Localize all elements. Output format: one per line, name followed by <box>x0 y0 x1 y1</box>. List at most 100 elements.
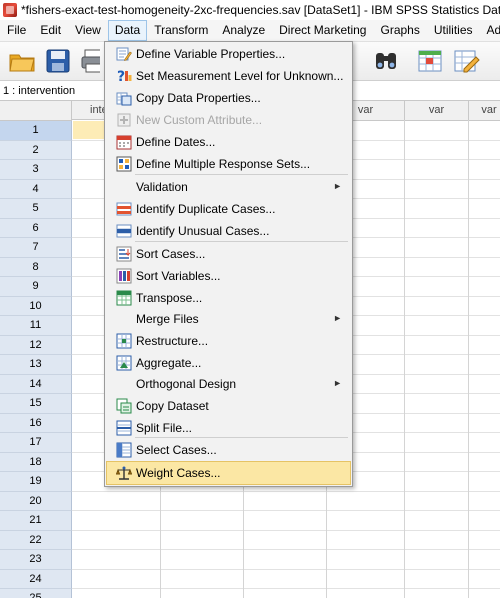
grid-row-line <box>72 529 500 531</box>
grid-row-line <box>72 568 500 570</box>
row-header[interactable]: 17 <box>0 433 72 453</box>
row-header[interactable]: 10 <box>0 296 72 316</box>
insert-cases-icon[interactable] <box>416 47 444 75</box>
row-header[interactable]: 18 <box>0 452 72 472</box>
menu-item-aggregate[interactable]: Aggregate... <box>107 352 350 374</box>
row-header[interactable]: 9 <box>0 277 72 297</box>
menu-graphs[interactable]: Graphs <box>373 20 426 41</box>
menu-analyze[interactable]: Analyze <box>215 20 272 41</box>
row-header[interactable]: 16 <box>0 413 72 433</box>
define-variable-properties-icon <box>116 46 132 62</box>
menu-item-label: Define Multiple Response Sets... <box>136 157 311 171</box>
menu-item-set-measurement-level-for-unknown[interactable]: ? Set Measurement Level for Unknown... <box>107 65 350 87</box>
menu-separator <box>135 437 348 438</box>
sort-cases-icon <box>116 246 132 262</box>
row-header[interactable]: 1 <box>0 121 72 141</box>
multiple-response-icon <box>116 156 132 172</box>
custom-attribute-icon <box>116 112 132 128</box>
grid-row-line <box>72 490 500 492</box>
edit-icon[interactable] <box>452 47 480 75</box>
row-header[interactable]: 11 <box>0 316 72 336</box>
transpose-icon <box>116 290 132 306</box>
submenu-arrow-icon: ► <box>333 378 342 388</box>
menu-item-label: Copy Dataset <box>136 399 209 413</box>
menu-item-label: Identify Duplicate Cases... <box>136 202 276 216</box>
row-header[interactable]: 2 <box>0 140 72 160</box>
menu-item-define-variable-properties[interactable]: Define Variable Properties... <box>107 43 350 65</box>
define-dates-icon <box>116 134 132 150</box>
spss-app-icon <box>3 3 17 17</box>
grid-row-line <box>72 549 500 550</box>
menu-item-label: Validation <box>136 180 188 194</box>
menu-addons[interactable]: Add-ons <box>480 20 500 41</box>
row-header[interactable]: 15 <box>0 394 72 414</box>
menu-item-label: Restructure... <box>136 334 209 348</box>
menu-item-transpose[interactable]: Transpose... <box>107 287 350 309</box>
duplicate-cases-icon <box>116 201 132 217</box>
menu-item-copy-dataset[interactable]: Copy Dataset <box>107 395 350 417</box>
row-header[interactable]: 4 <box>0 179 72 199</box>
row-header[interactable]: 21 <box>0 511 72 531</box>
menu-item-merge-files[interactable]: Merge Files ► <box>107 308 350 330</box>
row-header[interactable]: 8 <box>0 257 72 277</box>
menu-item-identify-unusual-cases[interactable]: Identify Unusual Cases... <box>107 220 350 242</box>
window-title: *fishers-exact-test-homogeneity-2xc-freq… <box>21 3 500 17</box>
menu-item-copy-data-properties[interactable]: Copy Data Properties... <box>107 87 350 109</box>
menu-item-select-cases[interactable]: Select Cases... <box>107 439 350 461</box>
menu-file[interactable]: File <box>0 20 33 41</box>
menu-item-label: Copy Data Properties... <box>136 91 261 105</box>
menu-item-define-dates[interactable]: Define Dates... <box>107 131 350 153</box>
menu-item-validation[interactable]: Validation ► <box>107 176 350 198</box>
grid-row-line <box>72 588 500 589</box>
submenu-arrow-icon: ► <box>333 181 342 191</box>
row-header[interactable]: 23 <box>0 550 72 570</box>
menu-item-label: Sort Variables... <box>136 269 221 283</box>
weight-cases-icon <box>116 465 132 481</box>
row-header[interactable]: 24 <box>0 569 72 589</box>
grid-corner <box>0 101 72 121</box>
split-file-icon <box>116 420 132 436</box>
menu-item-label: Aggregate... <box>136 356 202 370</box>
menu-item-label: Merge Files <box>136 312 199 326</box>
menu-item-identify-duplicate-cases[interactable]: Identify Duplicate Cases... <box>107 198 350 220</box>
grid-column-line <box>468 120 469 598</box>
save-icon[interactable] <box>44 47 72 75</box>
cell-reference: 1 : intervention <box>3 84 76 97</box>
menu-item-label: Sort Cases... <box>136 247 206 261</box>
menu-edit[interactable]: Edit <box>33 20 68 41</box>
menu-item-label: Orthogonal Design <box>136 377 237 391</box>
row-header[interactable]: 7 <box>0 238 72 258</box>
menu-item-sort-cases[interactable]: Sort Cases... <box>107 243 350 265</box>
menu-direct-marketing[interactable]: Direct Marketing <box>272 20 373 41</box>
row-header[interactable]: 5 <box>0 199 72 219</box>
column-header-var[interactable]: var <box>405 101 469 121</box>
row-header[interactable]: 25 <box>0 589 72 598</box>
column-header-var[interactable]: var <box>469 101 500 121</box>
row-header[interactable]: 22 <box>0 530 72 550</box>
restructure-icon <box>116 333 132 349</box>
menu-item-label: Define Variable Properties... <box>136 47 286 61</box>
menu-separator <box>135 174 348 175</box>
menu-item-split-file[interactable]: Split File... <box>107 417 350 439</box>
menu-item-weight-cases[interactable]: Weight Cases... <box>106 461 351 485</box>
row-header[interactable]: 19 <box>0 472 72 492</box>
menu-item-sort-variables[interactable]: Sort Variables... <box>107 265 350 287</box>
row-header[interactable]: 13 <box>0 355 72 375</box>
menu-item-define-multiple-response-sets[interactable]: Define Multiple Response Sets... <box>107 153 350 175</box>
menu-utilities[interactable]: Utilities <box>427 20 480 41</box>
title-bar: *fishers-exact-test-homogeneity-2xc-freq… <box>0 0 500 21</box>
print-icon[interactable] <box>80 47 100 75</box>
row-header[interactable]: 12 <box>0 335 72 355</box>
copy-dataset-icon <box>116 398 132 414</box>
menu-item-orthogonal-design[interactable]: Orthogonal Design ► <box>107 373 350 395</box>
row-header[interactable]: 14 <box>0 374 72 394</box>
row-header[interactable]: 20 <box>0 491 72 511</box>
find-icon[interactable] <box>372 47 400 75</box>
row-header[interactable]: 6 <box>0 218 72 238</box>
open-folder-icon[interactable] <box>8 47 36 75</box>
menu-transform[interactable]: Transform <box>147 20 215 41</box>
menu-data[interactable]: Data <box>107 20 148 41</box>
row-header[interactable]: 3 <box>0 160 72 180</box>
menu-view[interactable]: View <box>68 20 108 41</box>
menu-item-restructure[interactable]: Restructure... <box>107 330 350 352</box>
